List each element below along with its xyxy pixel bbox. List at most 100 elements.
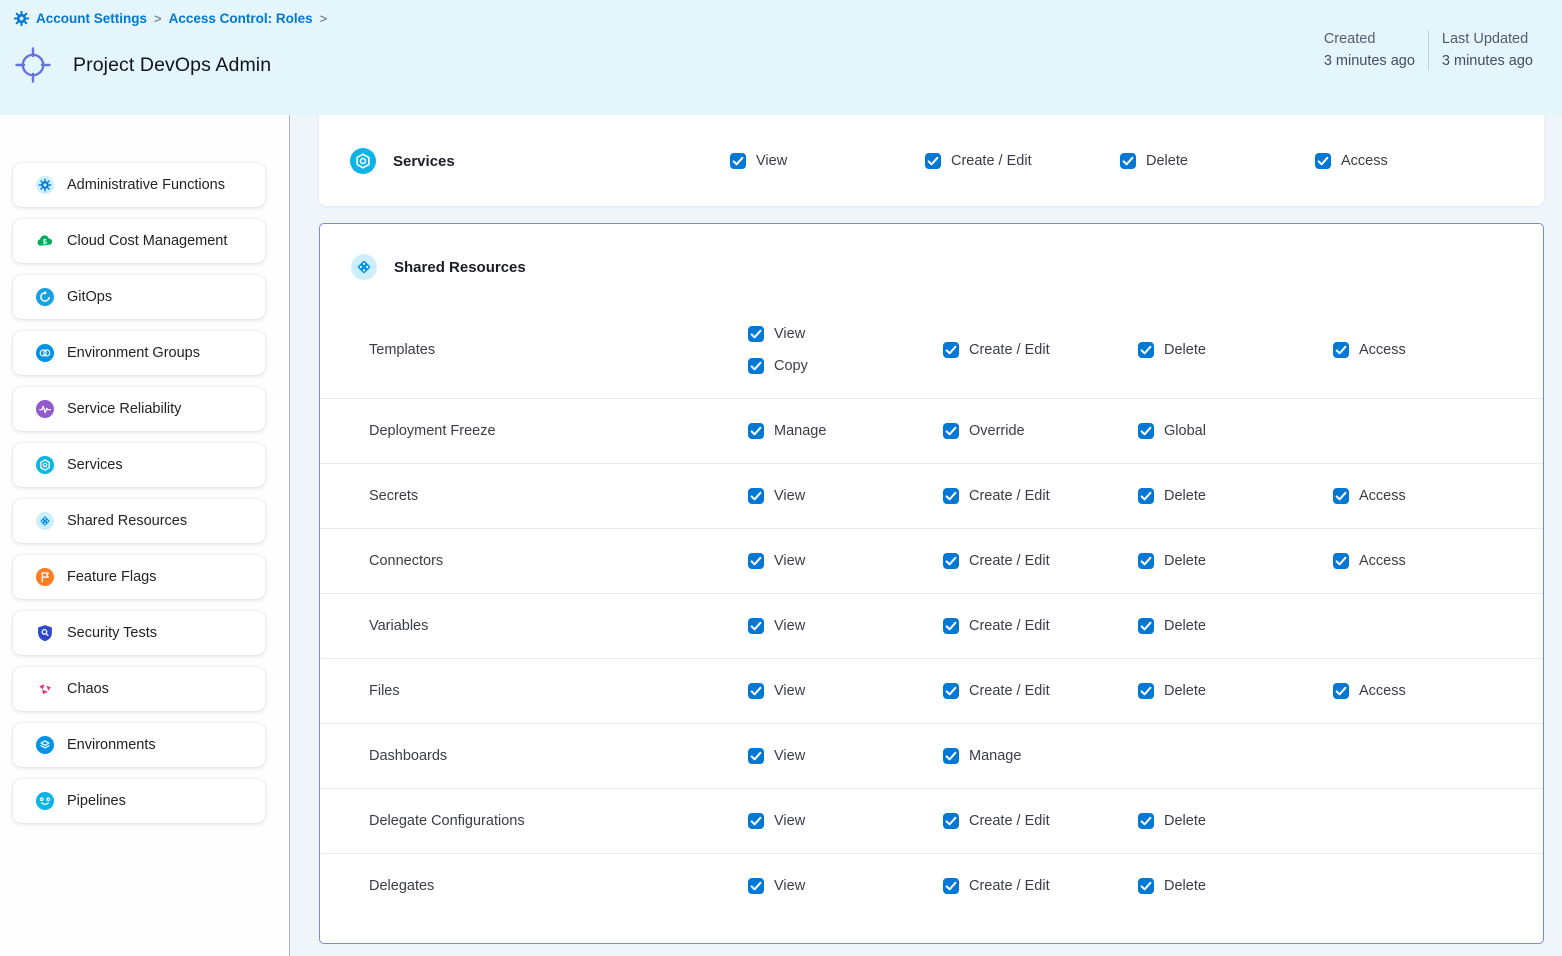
sidebar-item-service-reliability[interactable]: Service Reliability <box>13 387 265 431</box>
checkbox-view-checked[interactable] <box>748 878 764 894</box>
permission-row-connectors: ConnectorsViewCreate / EditDeleteAccess <box>320 528 1543 593</box>
checkbox-delete-checked[interactable] <box>1138 683 1154 699</box>
sidebar-item-label: Shared Resources <box>67 513 187 529</box>
sidebar-item-label: Service Reliability <box>67 401 181 417</box>
permission-manage: Manage <box>943 748 1138 764</box>
permission-create-edit: Create / Edit <box>943 488 1138 504</box>
checkbox-delete-checked[interactable] <box>1120 153 1136 169</box>
resource-label: Variables <box>369 618 748 634</box>
checkbox-create-edit-checked[interactable] <box>943 683 959 699</box>
checkbox-delete-checked[interactable] <box>1138 878 1154 894</box>
permission-column: Delete <box>1138 342 1333 358</box>
sidebar-item-shared-resources[interactable]: Shared Resources <box>13 499 265 543</box>
permission-label: Delete <box>1164 813 1206 829</box>
permission-column: Access <box>1333 488 1528 504</box>
sidebar-item-feature-flags[interactable]: Feature Flags <box>13 555 265 599</box>
checkbox-delete-checked[interactable] <box>1138 488 1154 504</box>
checkbox-access-checked[interactable] <box>1333 342 1349 358</box>
created-label: Created <box>1324 28 1415 50</box>
permission-column: Access <box>1333 553 1528 569</box>
permission-label: Global <box>1164 423 1206 439</box>
sidebar-item-label: Pipelines <box>67 793 126 809</box>
permission-columns: ViewCreate / EditDelete <box>748 878 1528 894</box>
checkbox-manage-checked[interactable] <box>748 423 764 439</box>
checkbox-view-checked[interactable] <box>748 553 764 569</box>
permission-label: Copy <box>774 358 808 374</box>
checkbox-create-edit-checked[interactable] <box>943 878 959 894</box>
shared-resources-section: Shared Resources TemplatesViewCopyCreate… <box>319 223 1544 944</box>
checkbox-delete-checked[interactable] <box>1138 553 1154 569</box>
checkbox-access-checked[interactable] <box>1333 488 1349 504</box>
checkbox-manage-checked[interactable] <box>943 748 959 764</box>
permission-access: Access <box>1333 488 1528 504</box>
checkbox-view-checked[interactable] <box>748 488 764 504</box>
page-title: Project DevOps Admin <box>73 54 271 77</box>
checkbox-access-checked[interactable] <box>1333 553 1349 569</box>
sidebar-item-administrative-functions[interactable]: Administrative Functions <box>13 163 265 207</box>
permission-column: Access <box>1333 683 1528 699</box>
permission-label: View <box>774 488 805 504</box>
checkbox-create-edit-checked[interactable] <box>925 153 941 169</box>
permission-label: Delete <box>1164 683 1206 699</box>
permission-label: Access <box>1359 342 1406 358</box>
breadcrumb-link-access-control-roles[interactable]: Access Control: Roles <box>169 11 313 26</box>
sidebar-item-gitops[interactable]: GitOps <box>13 275 265 319</box>
checkbox-view-checked[interactable] <box>730 153 746 169</box>
permission-label: Create / Edit <box>969 618 1050 634</box>
sidebar-item-cloud-cost-management[interactable]: $Cloud Cost Management <box>13 219 265 263</box>
permission-label: Delete <box>1164 878 1206 894</box>
checkbox-create-edit-checked[interactable] <box>943 488 959 504</box>
sidebar-item-security-tests[interactable]: Security Tests <box>13 611 265 655</box>
sidebar-item-environment-groups[interactable]: Environment Groups <box>13 331 265 375</box>
permission-column: Create / Edit <box>925 153 1120 169</box>
checkbox-view-checked[interactable] <box>748 748 764 764</box>
cloud-dollar-icon: $ <box>36 232 54 250</box>
checkbox-view-checked[interactable] <box>748 618 764 634</box>
permission-row-secrets: SecretsViewCreate / EditDeleteAccess <box>320 463 1543 528</box>
environment-groups-icon <box>36 344 54 362</box>
permission-create-edit: Create / Edit <box>943 553 1138 569</box>
permission-column: Delete <box>1138 878 1333 894</box>
permission-columns: ViewManage <box>748 748 1528 764</box>
sidebar-item-pipelines[interactable]: Pipelines <box>13 779 265 823</box>
checkbox-create-edit-checked[interactable] <box>943 553 959 569</box>
checkbox-global-checked[interactable] <box>1138 423 1154 439</box>
permission-column: Manage <box>748 423 943 439</box>
resource-label: Templates <box>369 342 748 358</box>
checkbox-delete-checked[interactable] <box>1138 342 1154 358</box>
checkbox-delete-checked[interactable] <box>1138 813 1154 829</box>
permission-column: Access <box>1333 342 1528 358</box>
sidebar-item-label: Administrative Functions <box>67 177 225 193</box>
resource-label: Files <box>369 683 748 699</box>
checkbox-access-checked[interactable] <box>1315 153 1331 169</box>
sidebar-item-services[interactable]: Services <box>13 443 265 487</box>
permission-columns: ViewCopyCreate / EditDeleteAccess <box>748 326 1528 374</box>
checkbox-view-checked[interactable] <box>748 326 764 342</box>
sidebar-item-environments[interactable]: Environments <box>13 723 265 767</box>
permission-label: View <box>774 553 805 569</box>
permission-column: View <box>748 553 943 569</box>
permission-view: View <box>748 683 943 699</box>
permission-columns: ViewCreate / EditDelete <box>748 813 1528 829</box>
permission-column: Create / Edit <box>943 878 1138 894</box>
checkbox-override-checked[interactable] <box>943 423 959 439</box>
sidebar-item-label: GitOps <box>67 289 112 305</box>
permission-column: View <box>730 153 925 169</box>
checkbox-create-edit-checked[interactable] <box>943 342 959 358</box>
checkbox-access-checked[interactable] <box>1333 683 1349 699</box>
permission-row-files: FilesViewCreate / EditDeleteAccess <box>320 658 1543 723</box>
checkbox-view-checked[interactable] <box>748 813 764 829</box>
permission-column: Create / Edit <box>943 813 1138 829</box>
breadcrumb-link-account-settings[interactable]: Account Settings <box>36 11 147 26</box>
sidebar-item-chaos[interactable]: Chaos <box>13 667 265 711</box>
permission-columns: ViewCreate / EditDeleteAccess <box>748 488 1528 504</box>
checkbox-view-checked[interactable] <box>748 683 764 699</box>
breadcrumb: Account Settings > Access Control: Roles… <box>14 11 327 26</box>
checkbox-copy-checked[interactable] <box>748 358 764 374</box>
checkbox-create-edit-checked[interactable] <box>943 813 959 829</box>
checkbox-create-edit-checked[interactable] <box>943 618 959 634</box>
permission-columns: ViewCreate / EditDeleteAccess <box>748 683 1528 699</box>
permission-column: Delete <box>1138 618 1333 634</box>
role-meta: Created 3 minutes ago Last Updated 3 min… <box>1311 28 1546 72</box>
checkbox-delete-checked[interactable] <box>1138 618 1154 634</box>
